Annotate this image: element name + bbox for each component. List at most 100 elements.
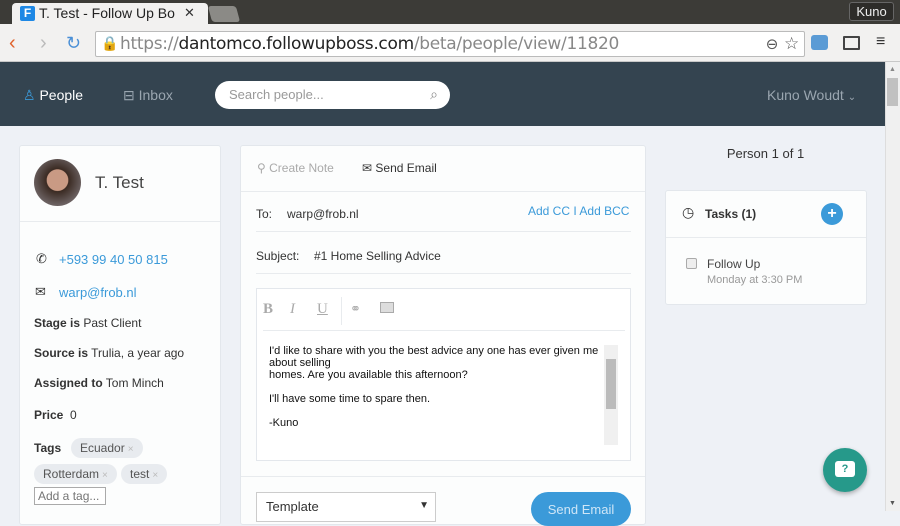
add-cc-link[interactable]: Add CC [528,204,570,218]
people-icon: ♙ [23,87,36,103]
email-icon: ✉ [362,161,373,175]
assigned-value: Tom Minch [105,376,164,390]
tab-create-note[interactable]: ⚲ Create Note [257,161,334,175]
create-note-label: Create Note [269,161,334,175]
url-scheme: https:// [120,34,179,54]
cast-icon[interactable] [843,36,860,50]
stage-value: Past Client [83,316,142,330]
remove-tag-icon[interactable]: × [128,444,134,455]
phone-link[interactable]: +593 99 40 50 815 [59,252,168,267]
dropdown-arrow-icon: ▼ [419,500,429,511]
source-row[interactable]: Source is Trulia, a year ago [34,346,184,360]
browser-user-button[interactable]: Kuno [849,2,894,21]
search-placeholder: Search people... [229,87,324,102]
add-bcc-link[interactable]: Add BCC [579,204,629,218]
remove-tag-icon[interactable]: × [102,470,108,481]
inbox-icon: ⊟ [123,87,135,103]
forward-icon[interactable]: › [40,33,47,53]
page-scrollbar[interactable] [885,62,900,511]
divider [256,231,631,232]
email-body-textarea[interactable]: I'd like to share with you the best advi… [269,345,604,429]
divider [256,273,631,274]
add-tag-input[interactable] [34,487,106,505]
phone-icon: ✆ [36,251,47,266]
to-field[interactable]: warp@frob.nl [287,207,359,221]
tasks-card: ◷ Tasks (1) + Follow Up Monday at 3:30 P… [665,190,867,305]
pager-prefix: Person [726,146,772,161]
cc-bcc-links: Add CC I Add BCC [528,204,629,218]
tag-chip[interactable]: Rotterdam × [34,464,117,484]
source-value: Trulia, a year ago [91,346,185,360]
separator: I [573,204,577,218]
nav-people-label: People [39,87,84,103]
scroll-down-icon[interactable]: ▼ [889,500,896,507]
divider [20,221,220,222]
zoom-icon[interactable]: ⊖ [766,32,779,56]
tags-label: Tags [34,441,62,455]
tasks-title: Tasks (1) [705,207,757,221]
clock-icon: ◷ [682,204,695,220]
to-label: To: [256,207,273,221]
task-checkbox[interactable] [686,258,697,269]
url-path: /beta/people/view/11820 [413,34,620,54]
pager-total: 1 [796,146,805,161]
tab-send-email[interactable]: ✉ Send Email [362,161,437,175]
bookmark-star-icon[interactable]: ☆ [784,32,799,56]
bold-button[interactable]: B [263,301,273,318]
pager-mid: of [778,146,797,161]
person-pager: Person 1 of 1 [665,146,866,161]
nav-inbox[interactable]: ⊟ Inbox [123,87,173,104]
scroll-up-icon[interactable]: ▲ [889,66,896,73]
stage-label: Stage is [34,316,81,330]
camera-extension-icon[interactable] [811,35,828,50]
price-row[interactable]: Price 0 [34,408,77,422]
favicon-icon: F [20,6,35,21]
email-link[interactable]: warp@frob.nl [59,285,137,300]
menu-icon[interactable]: ≡ [876,34,885,50]
price-label: Price [34,408,64,422]
scrollbar-thumb[interactable] [887,78,898,106]
link-icon[interactable]: ⚭ [350,301,361,317]
pager-current: 1 [771,146,779,161]
assigned-row[interactable]: Assigned to Tom Minch [34,376,164,390]
new-tab-button[interactable] [207,6,241,22]
help-chat-button[interactable]: ? [823,448,867,492]
nav-people[interactable]: ♙ People [23,87,83,104]
back-icon[interactable]: ‹ [9,33,16,53]
task-due: Monday at 3:30 PM [707,274,803,286]
divider [263,330,625,331]
person-card: T. Test ✆ +593 99 40 50 815 ✉ warp@frob.… [19,145,221,525]
scrollbar-thumb[interactable] [606,359,616,409]
stage-row[interactable]: Stage is Past Client [34,316,141,330]
reload-icon[interactable]: ↻ [66,33,81,53]
browser-tab[interactable]: T. Test - Follow Up Bo [12,3,208,24]
chevron-down-icon: ⌄ [847,92,857,103]
search-input[interactable]: Search people... ⌕ [215,81,450,109]
task-title[interactable]: Follow Up [707,257,760,271]
subject-field[interactable]: #1 Home Selling Advice [314,249,441,263]
remove-tag-icon[interactable]: × [152,470,158,481]
send-email-label: Send Email [375,161,437,175]
add-task-button[interactable]: + [821,203,843,225]
subject-label: Subject: [256,249,300,263]
divider [666,237,866,238]
italic-button[interactable]: I [290,301,295,318]
textarea-scrollbar[interactable] [604,345,618,445]
close-tab-icon[interactable]: ✕ [184,5,195,21]
search-icon[interactable]: ⌕ [430,86,438,103]
help-icon: ? [835,461,855,477]
person-name: T. Test [95,173,144,192]
user-name: Kuno Woudt [767,87,844,103]
divider [241,191,645,192]
email-icon: ✉ [35,284,46,299]
image-icon[interactable] [380,302,394,313]
send-email-button[interactable]: Send Email [531,492,631,526]
tag-chip[interactable]: Ecuador × [71,438,143,458]
template-select[interactable]: Template ▼ [256,492,436,522]
url-domain: dantomco.followupboss.com [178,34,415,54]
url-bar[interactable]: 🔒 https://dantomco.followupboss.com/beta… [95,31,805,57]
tag-chip[interactable]: test × [121,464,168,484]
underline-button[interactable]: U [317,301,328,318]
user-menu[interactable]: Kuno Woudt ⌄ [767,87,856,103]
tag-label: Ecuador [80,441,125,455]
